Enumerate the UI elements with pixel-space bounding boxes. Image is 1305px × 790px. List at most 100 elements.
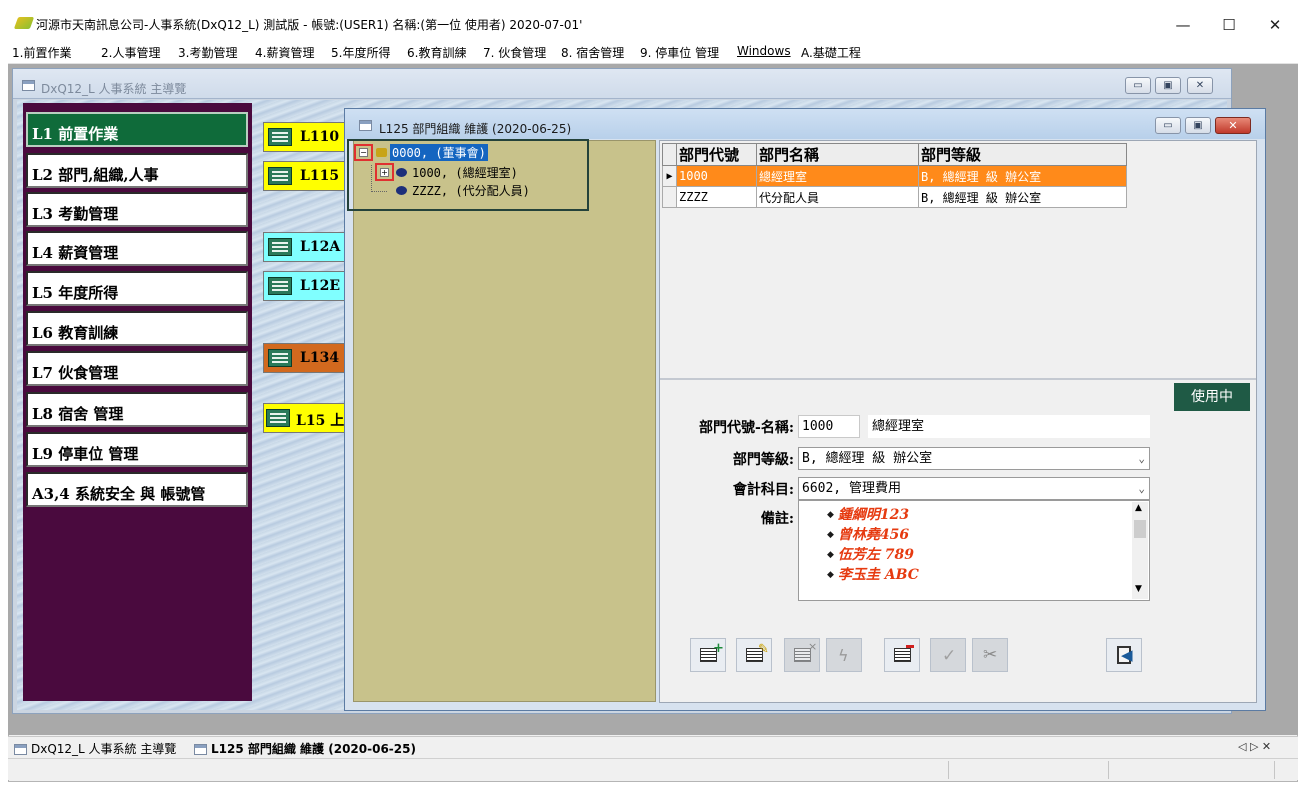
grid-cell-name[interactable]: 代分配人員 bbox=[756, 186, 919, 208]
menu-item-annual-income[interactable]: 5.年度所得 bbox=[331, 44, 390, 61]
edit-record-button[interactable]: ✎ bbox=[736, 638, 772, 672]
command-button-l115[interactable]: L115 bbox=[263, 161, 353, 191]
command-button-l134[interactable]: L134 bbox=[263, 343, 353, 373]
nav-button-l6[interactable]: L6 教育訓練 bbox=[26, 311, 248, 346]
menu-item-windows[interactable]: Windows bbox=[737, 44, 791, 58]
pane-divider[interactable] bbox=[660, 378, 1256, 380]
status-separator bbox=[948, 761, 949, 779]
nav-button-l4[interactable]: L4 薪資管理 bbox=[26, 231, 248, 266]
dept-minimize-button[interactable]: ▭ bbox=[1155, 117, 1181, 134]
scroll-up-icon[interactable]: ▲ bbox=[1135, 503, 1142, 513]
menu-item-attendance[interactable]: 3.考勤管理 bbox=[178, 44, 237, 61]
window-title: 河源市天南訊息公司-人事系統(DxQ12_L) 測試版 - 帳號:(USER1)… bbox=[36, 18, 583, 32]
child-close-button[interactable]: ✕ bbox=[1187, 77, 1213, 94]
department-code-field[interactable]: 1000 bbox=[798, 415, 860, 438]
tab-navigation-arrows[interactable]: ◁ ▷ ✕ bbox=[1238, 740, 1271, 753]
dept-restore-button[interactable]: ▣ bbox=[1185, 117, 1211, 134]
code-name-label: 部門代號-名稱: bbox=[699, 420, 794, 436]
exit-arrow-icon: ◀ bbox=[1121, 646, 1133, 664]
notes-field[interactable]: 鍾綱明123 曾林堯456 伍芳左 789 李玉圭 ABC ▲ ▼ bbox=[798, 500, 1150, 601]
grid-cell-code[interactable]: 1000 bbox=[676, 165, 757, 187]
status-separator bbox=[1274, 761, 1275, 779]
pencil-icon: ✎ bbox=[758, 642, 769, 657]
department-maintenance-window: L125 部門組織 維護 (2020-06-25) ▭ ▣ ✕ − 0000, … bbox=[344, 108, 1266, 711]
grid-cell-level[interactable]: B, 總經理 級 辦公室 bbox=[918, 186, 1127, 208]
tree-expand-icon[interactable]: + bbox=[380, 168, 389, 177]
note-line: 李玉圭 ABC bbox=[827, 564, 919, 584]
scroll-down-icon[interactable]: ▼ bbox=[1135, 584, 1142, 594]
command-button-l15[interactable]: L15 上 bbox=[263, 403, 353, 433]
grid-column-header[interactable]: 部門名稱 bbox=[756, 143, 919, 166]
nav-button-l2[interactable]: L2 部門,組織,人事 bbox=[26, 153, 248, 188]
status-separator bbox=[1108, 761, 1109, 779]
status-bar bbox=[8, 758, 1298, 780]
nav-button-l1[interactable]: L1 前置作業 bbox=[26, 112, 248, 147]
department-detail-pane: 部門代號 部門名稱 部門等級 ▶ 1000 總經理室 B, 總經理 級 辦公室 … bbox=[659, 140, 1257, 703]
grid-cell-name[interactable]: 總經理室 bbox=[756, 165, 919, 187]
save-button[interactable]: ✓ bbox=[930, 638, 966, 672]
grid-cell-code[interactable]: ZZZZ bbox=[676, 186, 757, 208]
menu-item-personnel[interactable]: 2.人事管理 bbox=[101, 44, 160, 61]
nav-button-l5[interactable]: L5 年度所得 bbox=[26, 271, 248, 306]
category-panel: L1 前置作業 L2 部門,組織,人事 L3 考勤管理 L4 薪資管理 L5 年… bbox=[23, 103, 252, 701]
add-record-button[interactable]: + bbox=[690, 638, 726, 672]
notes-scrollbar[interactable]: ▲ ▼ bbox=[1132, 502, 1148, 599]
menu-bar: 1.前置作業 2.人事管理 3.考勤管理 4.薪資管理 5.年度所得 6.教育訓… bbox=[8, 40, 1298, 64]
department-node-icon bbox=[396, 168, 407, 177]
tree-node-0000[interactable]: 0000, (董事會) bbox=[390, 144, 488, 161]
lightning-button[interactable]: ϟ bbox=[826, 638, 862, 672]
dept-close-button[interactable]: ✕ bbox=[1215, 117, 1251, 134]
menu-item-meals[interactable]: 7. 伙食管理 bbox=[483, 44, 546, 61]
child-minimize-button[interactable]: ▭ bbox=[1125, 77, 1151, 94]
check-icon: ✓ bbox=[942, 646, 957, 666]
tree-node-zzzz[interactable]: ZZZZ, (代分配人員) bbox=[412, 182, 530, 199]
grid-cell-level[interactable]: B, 總經理 級 辦公室 bbox=[918, 165, 1127, 187]
cancel-button[interactable]: ✂ bbox=[972, 638, 1008, 672]
menu-item-parking[interactable]: 9. 停車位 管理 bbox=[640, 44, 719, 61]
command-button-l12a[interactable]: L12A bbox=[263, 232, 353, 262]
nav-button-l8[interactable]: L8 宿舍 管理 bbox=[26, 392, 248, 427]
grid-column-header[interactable]: 部門代號 bbox=[676, 143, 757, 166]
grid-column-header[interactable]: 部門等級 bbox=[918, 143, 1127, 166]
chevron-down-icon: ⌄ bbox=[1138, 452, 1145, 465]
table-row[interactable]: ▶ 1000 總經理室 B, 總經理 級 辦公室 bbox=[662, 165, 1127, 187]
tab-department-maintenance[interactable]: L125 部門組織 維護 (2020-06-25) bbox=[194, 740, 416, 757]
accounting-subject-select[interactable]: 6602, 管理費用 ⌄ bbox=[798, 477, 1150, 500]
delete-record-button[interactable]: × bbox=[784, 638, 820, 672]
tree-node-1000[interactable]: 1000, (總經理室) bbox=[412, 164, 518, 181]
nav-button-a34[interactable]: A3,4 系統安全 與 帳號管 bbox=[26, 472, 248, 507]
nav-button-l7[interactable]: L7 伙食管理 bbox=[26, 351, 248, 386]
form-icon bbox=[268, 128, 292, 146]
command-button-l12e[interactable]: L12E bbox=[263, 271, 353, 301]
exit-button[interactable]: ◀ bbox=[1106, 638, 1142, 672]
scrollbar-thumb[interactable] bbox=[1134, 520, 1146, 538]
nav-button-l9[interactable]: L9 停車位 管理 bbox=[26, 432, 248, 467]
child-restore-button[interactable]: ▣ bbox=[1155, 77, 1181, 94]
form-icon bbox=[268, 167, 292, 185]
tab-main-navigation[interactable]: DxQ12_L 人事系統 主導覽 bbox=[14, 740, 176, 757]
minimize-button[interactable]: — bbox=[1160, 12, 1206, 38]
x-icon: × bbox=[808, 640, 818, 653]
department-level-select[interactable]: B, 總經理 級 辦公室 ⌄ bbox=[798, 447, 1150, 470]
menu-item-setup[interactable]: 1.前置作業 bbox=[12, 44, 71, 61]
department-window-title: L125 部門組織 維護 (2020-06-25) bbox=[379, 122, 572, 136]
maximize-button[interactable]: ☐ bbox=[1206, 12, 1252, 38]
note-line: 曾林堯456 bbox=[827, 524, 909, 544]
menu-item-salary[interactable]: 4.薪資管理 bbox=[255, 44, 314, 61]
tree-collapse-icon[interactable]: − bbox=[359, 148, 368, 157]
close-button[interactable]: ✕ bbox=[1252, 12, 1298, 38]
department-name-field[interactable]: 總經理室 bbox=[868, 415, 1150, 438]
menu-item-training[interactable]: 6.教育訓練 bbox=[407, 44, 466, 61]
form-icon bbox=[268, 277, 292, 295]
table-row[interactable]: ZZZZ 代分配人員 B, 總經理 級 辦公室 bbox=[662, 186, 1127, 208]
department-grid: 部門代號 部門名稱 部門等級 ▶ 1000 總經理室 B, 總經理 級 辦公室 … bbox=[662, 143, 1127, 208]
remove-record-button[interactable] bbox=[884, 638, 920, 672]
minus-icon bbox=[906, 645, 914, 648]
grid-row-header-corner bbox=[662, 143, 677, 166]
nav-button-l3[interactable]: L3 考勤管理 bbox=[26, 192, 248, 227]
scissors-icon: ✂ bbox=[983, 645, 998, 665]
menu-item-dormitory[interactable]: 8. 宿舍管理 bbox=[561, 44, 624, 61]
command-button-l110[interactable]: L110 bbox=[263, 122, 353, 152]
window-icon bbox=[22, 80, 35, 91]
menu-item-base-engineering[interactable]: A.基礎工程 bbox=[801, 44, 861, 61]
